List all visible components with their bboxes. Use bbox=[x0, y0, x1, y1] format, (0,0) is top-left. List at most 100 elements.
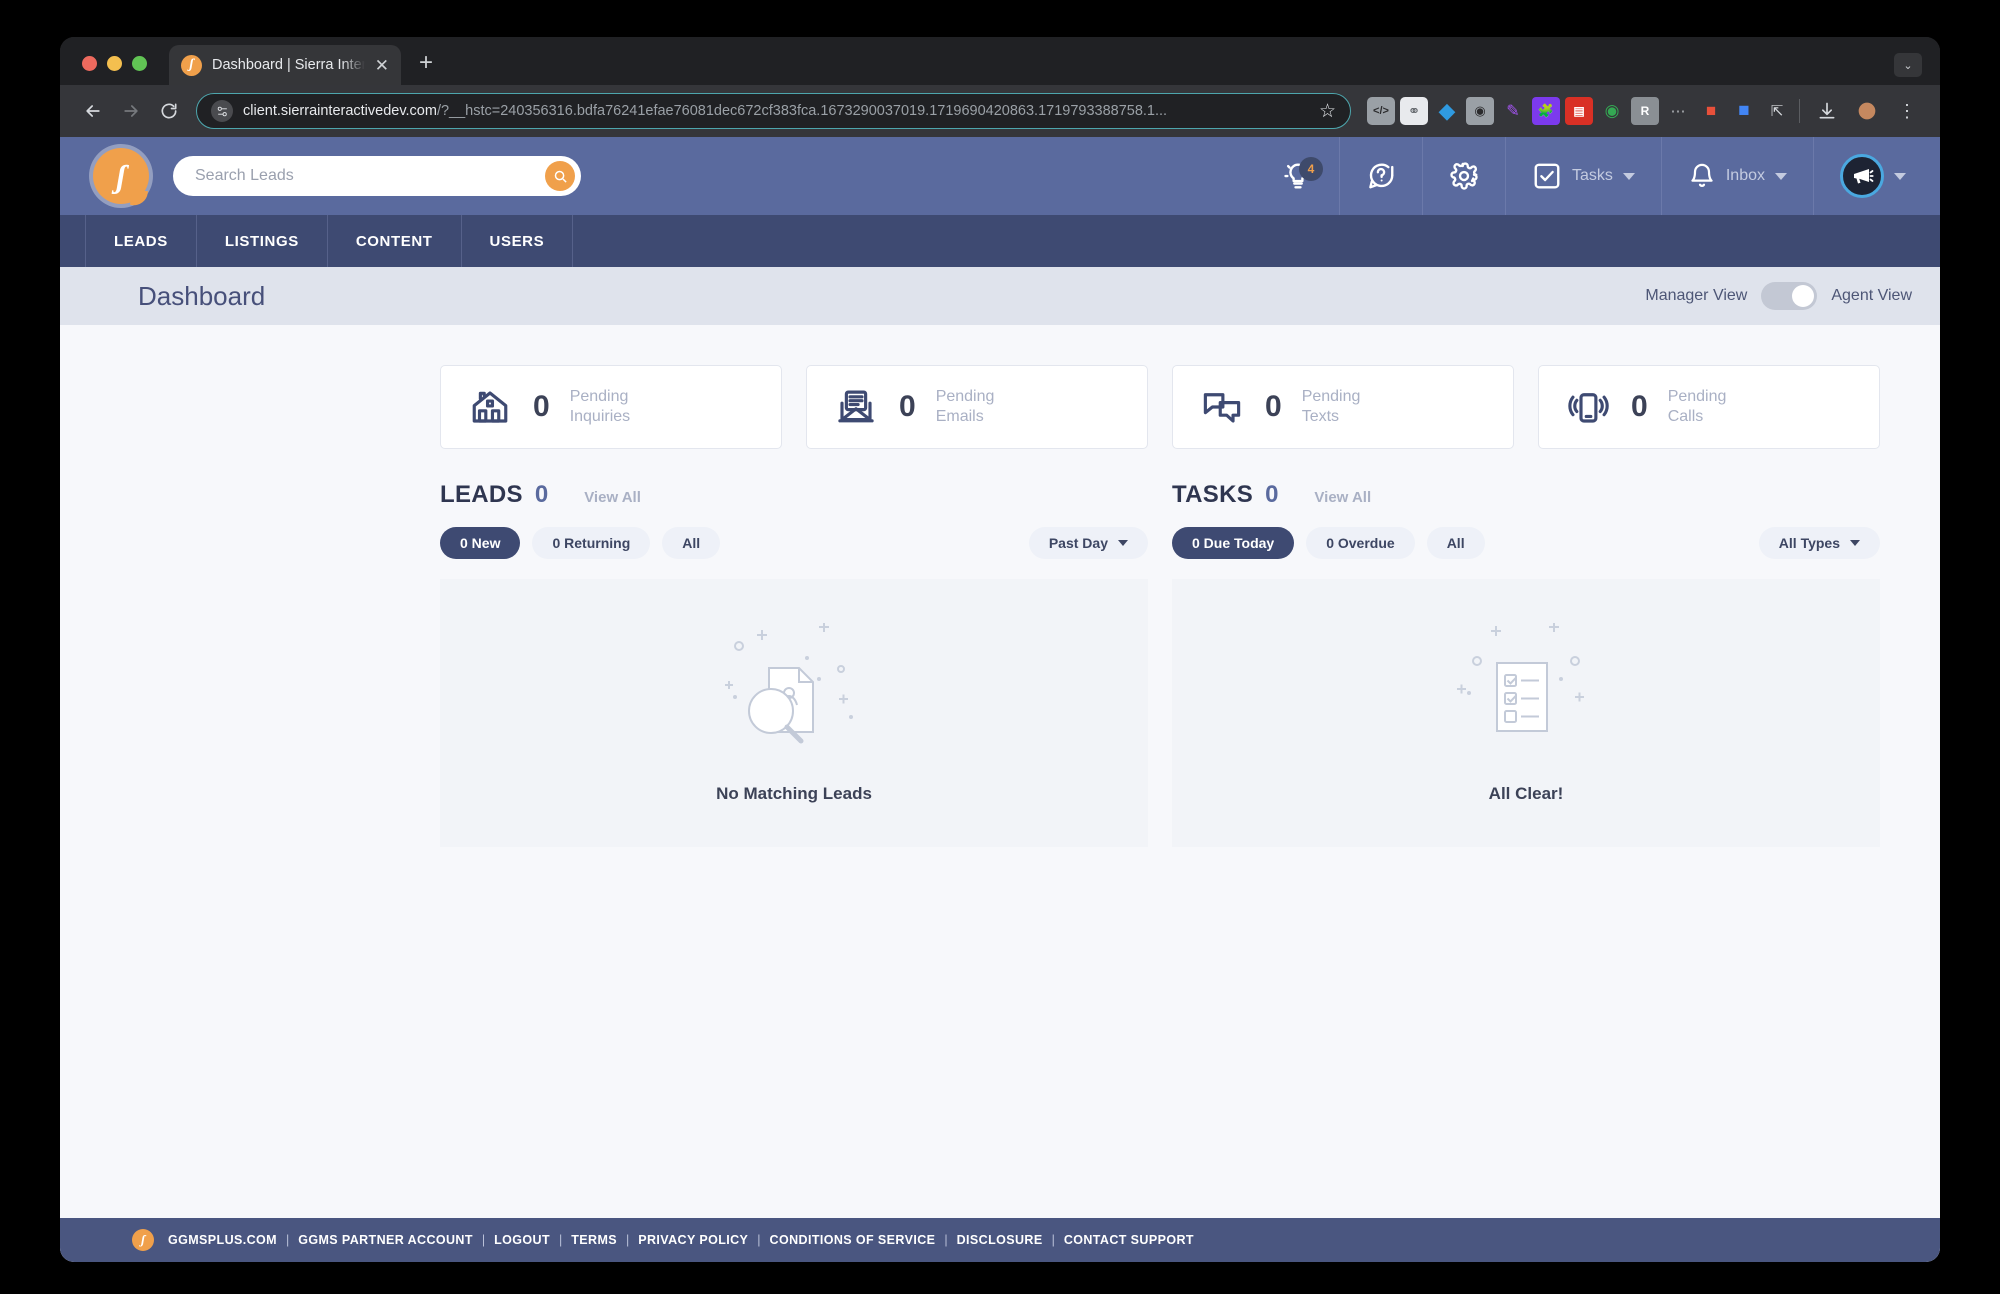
tasks-label: Tasks bbox=[1571, 167, 1613, 184]
camera-icon[interactable]: ◉ bbox=[1466, 97, 1494, 125]
sierra-logo-icon[interactable]: ʃ bbox=[93, 148, 149, 204]
megaphone-avatar-icon[interactable] bbox=[1840, 154, 1884, 198]
house-icon bbox=[467, 384, 513, 430]
leads-timeframe-dropdown[interactable]: Past Day bbox=[1028, 527, 1148, 559]
leads-chip-returning[interactable]: 0 Returning bbox=[532, 527, 651, 559]
chevron-down-icon[interactable] bbox=[1775, 172, 1787, 180]
back-arrow-icon[interactable] bbox=[74, 92, 112, 130]
agent-view-label: Agent View bbox=[1831, 287, 1912, 304]
footer-link-logout[interactable]: LOGOUT bbox=[494, 1233, 550, 1247]
nav-tab-users[interactable]: USERS bbox=[462, 215, 574, 267]
footer-separator: | bbox=[285, 1233, 290, 1247]
reload-icon[interactable] bbox=[150, 92, 188, 130]
flame-icon[interactable]: ■ bbox=[1697, 97, 1725, 125]
leads-timeframe-value: Past Day bbox=[1048, 535, 1108, 551]
profile-avatar-icon[interactable] bbox=[1848, 92, 1886, 130]
close-tab-icon[interactable]: ✕ bbox=[375, 57, 389, 74]
inbox-menu[interactable]: Inbox bbox=[1660, 137, 1813, 215]
browser-tab[interactable]: ʃ Dashboard | Sierra Interactive ✕ bbox=[169, 45, 401, 85]
tasks-type-dropdown[interactable]: All Types bbox=[1758, 527, 1880, 559]
leads-chip-new[interactable]: 0 New bbox=[440, 527, 521, 559]
site-settings-icon[interactable] bbox=[211, 100, 233, 122]
footer-link-privacy-policy[interactable]: PRIVACY POLICY bbox=[638, 1233, 748, 1247]
footer-separator: | bbox=[1051, 1233, 1055, 1247]
stat-card-pending-calls[interactable]: 0 Pending Calls bbox=[1538, 365, 1880, 449]
ideas-button[interactable]: 4 bbox=[1257, 137, 1339, 215]
footer-link-disclosure[interactable]: DISCLOSURE bbox=[957, 1233, 1043, 1247]
forward-arrow-icon[interactable] bbox=[112, 92, 150, 130]
g-icon[interactable]: ▤ bbox=[1565, 97, 1593, 125]
leads-panel-header: LEADS 0 View All bbox=[440, 481, 1148, 509]
puzzle-icon[interactable]: 🧩 bbox=[1532, 97, 1560, 125]
header-actions: 4 Tasks Inbox bbox=[1257, 137, 1940, 215]
stat-label-line1: Pending bbox=[569, 388, 629, 405]
stat-label: Pending Texts bbox=[1302, 387, 1361, 427]
footer-link-contact-support[interactable]: CONTACT SUPPORT bbox=[1064, 1233, 1194, 1247]
nav-tab-content[interactable]: CONTENT bbox=[328, 215, 462, 267]
footer-link-conditions-of-service[interactable]: CONDITIONS OF SERVICE bbox=[770, 1233, 936, 1247]
inbox-label: Inbox bbox=[1725, 167, 1765, 184]
stat-card-pending-inquiries[interactable]: 0 Pending Inquiries bbox=[440, 365, 782, 449]
tasks-chip-all[interactable]: All bbox=[1426, 527, 1485, 559]
dots-icon[interactable]: ⋯ bbox=[1664, 97, 1692, 125]
leads-chip-all[interactable]: All bbox=[662, 527, 721, 559]
chevron-down-icon bbox=[1850, 540, 1860, 546]
window-traffic-lights[interactable] bbox=[60, 56, 147, 85]
stat-value: 0 bbox=[899, 390, 916, 423]
footer-link-ggmsplus[interactable]: GGMSPLUS.COM bbox=[168, 1233, 277, 1247]
chevron-down-icon[interactable] bbox=[1622, 172, 1635, 180]
new-tab-button[interactable]: + bbox=[419, 51, 433, 75]
nav-tab-listings[interactable]: LISTINGS bbox=[197, 215, 328, 267]
bookmark-star-icon[interactable]: ☆ bbox=[1319, 100, 1336, 123]
letter-r-icon[interactable]: R bbox=[1631, 97, 1659, 125]
address-bar[interactable]: client.sierrainteractivedev.com/?__hstc=… bbox=[196, 93, 1351, 129]
code-icon[interactable]: </> bbox=[1367, 97, 1395, 125]
download-icon[interactable] bbox=[1808, 92, 1846, 130]
browser-menu-icon[interactable]: ⋮ bbox=[1888, 92, 1926, 130]
tasks-menu[interactable]: Tasks bbox=[1504, 137, 1661, 215]
extension-icons: </> ⚭ ◆ ◉ ✎ 🧩 ▤ ◉ R ⋯ ■ ■ ⇱ bbox=[1361, 97, 1791, 125]
leads-empty-text: No Matching Leads bbox=[716, 783, 872, 803]
r-icon[interactable]: ◉ bbox=[1598, 97, 1626, 125]
footer-link-partner-account[interactable]: GGMS PARTNER ACCOUNT bbox=[298, 1233, 473, 1247]
stat-label: Pending Inquiries bbox=[570, 387, 630, 427]
close-window-button[interactable] bbox=[82, 56, 97, 71]
maximize-window-button[interactable] bbox=[132, 56, 147, 71]
stat-label-line1: Pending bbox=[1301, 388, 1361, 405]
tasks-chip-overdue[interactable]: 0 Overdue bbox=[1306, 527, 1415, 559]
help-button[interactable] bbox=[1338, 137, 1422, 215]
main-navigation: LEADS LISTINGS CONTENT USERS bbox=[60, 215, 1940, 267]
tab-title: Dashboard | Sierra Interactive bbox=[212, 57, 365, 73]
dashboard-content: 0 Pending Inquiries 0 Pending Emails 0 P… bbox=[60, 325, 1940, 847]
tasks-count: 0 bbox=[1265, 481, 1279, 508]
search-icon[interactable] bbox=[545, 161, 575, 191]
share-icon[interactable]: ⇱ bbox=[1763, 97, 1791, 125]
diamond-icon[interactable]: ◆ bbox=[1433, 97, 1461, 125]
search-leads-box[interactable] bbox=[173, 156, 581, 196]
account-menu[interactable] bbox=[1813, 137, 1940, 215]
window-menu-icon[interactable]: ⌄ bbox=[1894, 53, 1922, 77]
stat-value: 0 bbox=[1265, 390, 1282, 423]
chevron-down-icon[interactable] bbox=[1894, 172, 1906, 180]
settings-button[interactable] bbox=[1421, 137, 1505, 215]
view-toggle-switch[interactable] bbox=[1761, 282, 1818, 310]
stat-card-pending-texts[interactable]: 0 Pending Texts bbox=[1172, 365, 1514, 449]
square-icon[interactable]: ■ bbox=[1730, 97, 1758, 125]
search-input[interactable] bbox=[195, 167, 545, 185]
tasks-empty-state: All Clear! bbox=[1172, 579, 1880, 847]
tasks-view-all-link[interactable]: View All bbox=[1314, 489, 1371, 506]
pen-icon[interactable]: ✎ bbox=[1499, 97, 1527, 125]
ideas-badge: 4 bbox=[1298, 157, 1323, 181]
link-icon[interactable]: ⚭ bbox=[1400, 97, 1428, 125]
tasks-chip-due-today[interactable]: 0 Due Today bbox=[1172, 527, 1295, 559]
view-mode-toggle[interactable]: Manager View Agent View bbox=[1645, 282, 1912, 310]
minimize-window-button[interactable] bbox=[107, 56, 122, 71]
tasks-title: TASKS bbox=[1172, 481, 1254, 508]
leads-view-all-link[interactable]: View All bbox=[584, 489, 641, 506]
stat-card-pending-emails[interactable]: 0 Pending Emails bbox=[806, 365, 1148, 449]
nav-tab-leads[interactable]: LEADS bbox=[85, 215, 197, 267]
app-header: ʃ 4 Tasks bbox=[60, 137, 1940, 215]
footer-link-terms[interactable]: TERMS bbox=[571, 1233, 617, 1247]
toggle-knob bbox=[1792, 285, 1815, 307]
app-footer: ʃ GGMSPLUS.COM | GGMS PARTNER ACCOUNT | … bbox=[60, 1218, 1940, 1262]
